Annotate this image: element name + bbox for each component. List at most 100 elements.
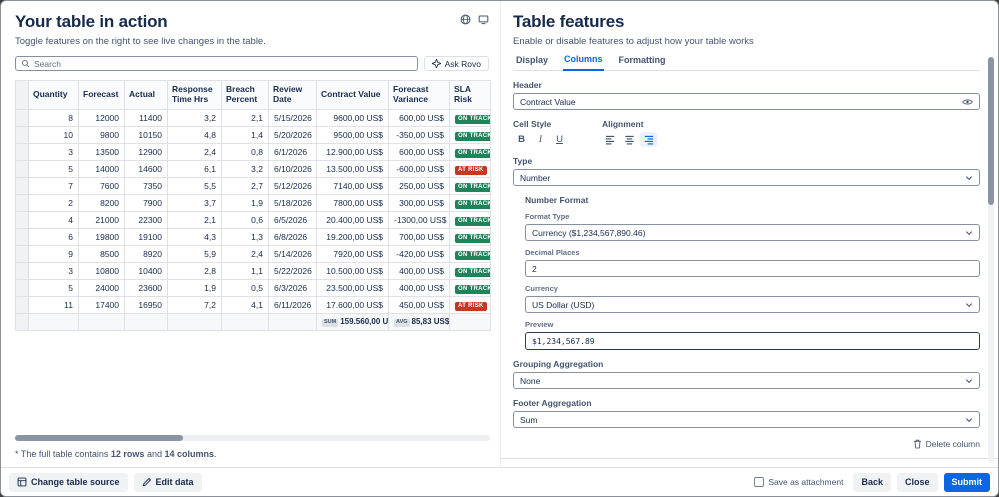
table-cell: 10 (28, 126, 79, 144)
footer-cell (268, 313, 317, 331)
status-badge: ON TRACK (455, 284, 490, 294)
edit-data-button[interactable]: Edit data (133, 472, 202, 492)
change-table-source-button[interactable]: Change table source (9, 472, 128, 492)
globe-icon[interactable] (460, 14, 471, 25)
eye-icon[interactable] (962, 98, 973, 106)
format-preview-value: $1,234,567.89 (532, 336, 595, 346)
footer-aggregation-select[interactable]: Sum (513, 411, 980, 428)
table-cell: 8 (28, 109, 79, 127)
footer-cell: AVG 85,83 US$ (388, 313, 450, 331)
chevron-down-icon (965, 175, 973, 181)
pencil-icon (142, 477, 152, 487)
table-cell: 13500 (78, 143, 125, 161)
status-badge: ON TRACK (455, 267, 490, 277)
page-subtitle: Toggle features on the right to see live… (15, 36, 266, 47)
monitor-icon[interactable] (478, 14, 489, 25)
table-cell: 9600,00 US$ (316, 109, 389, 127)
row-gutter (15, 177, 29, 195)
table-cell: ON TRACK (449, 109, 491, 127)
table-cell: 19100 (124, 228, 168, 246)
table-cell: 13.500,00 US$ (316, 160, 389, 178)
row-gutter (15, 245, 29, 263)
horizontal-scrollbar-thumb[interactable] (15, 435, 183, 441)
column-header: Review Date (268, 80, 317, 110)
row-gutter (15, 296, 29, 314)
table-preview-panel: Your table in action Toggle features on … (1, 1, 501, 467)
status-badge: ON TRACK (455, 233, 490, 243)
table-cell: 6/5/2026 (268, 211, 317, 229)
table-footer-row: SUM159.560,00 US$AVG85,83 US$ (15, 313, 491, 331)
status-badge: ON TRACK (455, 114, 490, 124)
table-cell: 19.200,00 US$ (316, 228, 389, 246)
format-type-select[interactable]: Currency ($1,234,567,890.46) (525, 224, 980, 241)
grouping-aggregation-select[interactable]: None (513, 372, 980, 389)
header-input[interactable] (520, 96, 958, 107)
table-builder-modal: Your table in action Toggle features on … (0, 0, 999, 497)
table-cell: 7920,00 US$ (316, 245, 389, 263)
decimal-places-input[interactable] (532, 263, 973, 274)
search-field[interactable] (34, 58, 412, 69)
table-cell: 10.500,00 US$ (316, 262, 389, 280)
table-row: 4 21000 22300 2,1 0,6 6/5/2026 20.400,00 US$ -1… (15, 211, 491, 229)
italic-button[interactable]: I (532, 132, 549, 147)
horizontal-scrollbar[interactable] (15, 435, 490, 441)
table-cell: 16950 (124, 296, 168, 314)
table-row: 11 17400 16950 7,2 4,1 6/11/2026 17.600,00 US$… (15, 296, 491, 314)
table-cell: 2 (28, 194, 79, 212)
row-gutter (15, 109, 29, 127)
save-as-attachment-checkbox[interactable] (754, 477, 765, 487)
type-select[interactable]: Number (513, 169, 980, 186)
underline-button[interactable]: U (551, 132, 568, 147)
table-cell: 12.900,00 US$ (316, 143, 389, 161)
preview-table: Quantity Forecast Actual Response Time Hrs B… (15, 80, 491, 331)
ask-rovo-button[interactable]: Ask Rovo (423, 56, 489, 71)
format-type-label: Format Type (525, 212, 570, 221)
vertical-scrollbar[interactable] (988, 57, 994, 463)
table-cell: 600,00 US$ (388, 143, 450, 161)
table-row: 2 8200 7900 3,7 1,9 5/18/2026 7800,00 US$ 300,0… (15, 194, 491, 212)
tab-columns[interactable]: Columns (563, 54, 604, 71)
back-button[interactable]: Back (853, 472, 891, 492)
tab-display[interactable]: Display (515, 54, 549, 71)
table-cell: 3,2 (167, 109, 222, 127)
footer-cell (78, 313, 125, 331)
table-row: 7 7600 7350 5,5 2,7 5/12/2026 7140,00 US$ 250,0… (15, 177, 491, 195)
save-as-attachment-option[interactable]: Save as attachment (754, 477, 843, 487)
table-cell: 8500 (78, 245, 125, 263)
modal-content: Your table in action Toggle features on … (1, 1, 998, 467)
table-cell: 5 (28, 279, 79, 297)
save-as-attachment-label: Save as attachment (768, 477, 844, 487)
table-row: 9 8500 8920 5,9 2,4 5/14/2026 7920,00 US$ -420,… (15, 245, 491, 263)
align-right-button[interactable] (640, 132, 657, 147)
column-header: Response Time Hrs (167, 80, 222, 110)
table-cell: 7900 (124, 194, 168, 212)
column-header: Breach Percent (221, 80, 269, 110)
table-cell: 5,5 (167, 177, 222, 195)
table-cell: ON TRACK (449, 228, 491, 246)
table-cell: 2,7 (221, 177, 269, 195)
row-gutter (15, 211, 29, 229)
row-gutter (15, 143, 29, 161)
delete-column-button[interactable]: Delete column (913, 439, 980, 449)
close-button[interactable]: Close (896, 472, 938, 492)
table-row: 5 14000 14600 6,1 3,2 6/10/2026 13.500,00 US$ -… (15, 160, 491, 178)
align-center-button[interactable] (621, 132, 638, 147)
table-cell: 8920 (124, 245, 168, 263)
tab-formatting[interactable]: Formatting (618, 54, 667, 71)
preview-label: Preview (525, 320, 554, 329)
table-cell: 2,4 (167, 143, 222, 161)
column-header: Forecast (78, 80, 125, 110)
table-cell: -1300,00 US$ (388, 211, 450, 229)
format-type-select-value: Currency ($1,234,567,890.46) (532, 227, 646, 238)
table-cell: ON TRACK (449, 177, 491, 195)
bold-button[interactable]: B (513, 132, 530, 147)
table-cell: 1,9 (221, 194, 269, 212)
footer-cell (221, 313, 269, 331)
table-cell: 1,4 (221, 126, 269, 144)
align-left-button[interactable] (602, 132, 619, 147)
currency-select[interactable]: US Dollar (USD) (525, 296, 980, 313)
vertical-scrollbar-thumb[interactable] (988, 57, 994, 205)
table-cell: 250,00 US$ (388, 177, 450, 195)
submit-button[interactable]: Submit (943, 472, 990, 492)
search-input[interactable] (15, 56, 418, 71)
